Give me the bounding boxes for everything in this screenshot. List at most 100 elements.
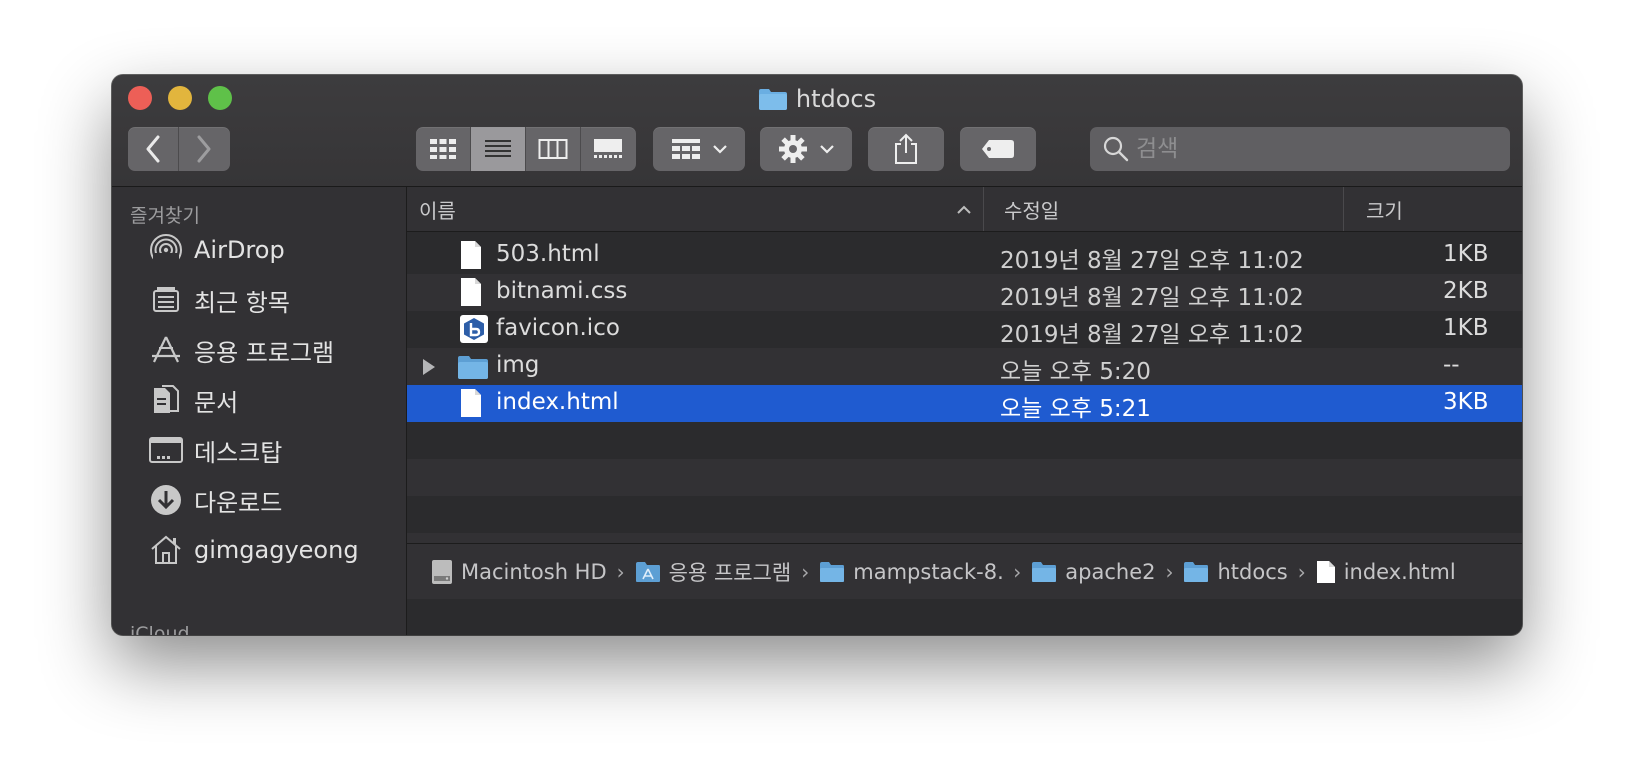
finder-window: htdocs 검색 즐겨찾기 AirDrop 최근 항목 응용 프로그램 문서 … (112, 75, 1522, 635)
search-input[interactable] (1130, 128, 1510, 170)
sidebar-item-label: 데스크탑 (194, 438, 283, 467)
folder-icon (1184, 561, 1209, 582)
chevron-right-icon: › (1297, 559, 1306, 584)
path-crumb-label: Macintosh HD (461, 559, 607, 584)
path-crumb[interactable]: Macintosh HD (431, 559, 607, 585)
sidebar-heading-icloud: iCloud (130, 623, 190, 635)
file-icon (1316, 560, 1335, 583)
toolbar: htdocs (112, 75, 1522, 187)
chevron-right-icon: › (616, 559, 625, 584)
sidebar-item-label: 응용 프로그램 (194, 338, 335, 367)
file-name: favicon.ico (496, 315, 620, 341)
path-crumb-label: htdocs (1217, 559, 1288, 584)
table-row[interactable]: img 오늘 오후 5:20 -- (407, 348, 1522, 385)
disclosure-triangle-icon[interactable] (421, 356, 437, 382)
tags-control[interactable] (960, 127, 1036, 171)
view-mode-selector (416, 127, 636, 171)
list-view-button[interactable] (471, 127, 526, 171)
icon-view-button[interactable] (416, 127, 471, 171)
gallery-view-button[interactable] (581, 127, 635, 171)
column-view-icon (538, 139, 568, 159)
sidebar-item-downloads[interactable]: 다운로드 (148, 477, 282, 523)
file-size: -- (1443, 352, 1460, 378)
path-crumb[interactable]: mampstack-8.0 (819, 560, 1003, 584)
sidebar-item-documents[interactable]: 문서 (148, 377, 238, 423)
file-icon (459, 277, 483, 313)
icon-view-icon (430, 139, 456, 159)
back-icon (146, 135, 160, 163)
sidebar-item-recents[interactable]: 최근 항목 (148, 277, 290, 323)
empty-row (407, 496, 1522, 533)
path-crumb[interactable]: 응용 프로그램 (635, 557, 792, 587)
action-control[interactable] (760, 127, 852, 171)
search-field[interactable] (1090, 127, 1510, 171)
path-crumb-label: 응용 프로그램 (668, 560, 792, 585)
chevron-right-icon: › (1165, 559, 1174, 584)
table-row-selected[interactable]: index.html 오늘 오후 5:21 3KB (407, 385, 1522, 422)
action-button[interactable] (760, 127, 852, 171)
file-size: 3KB (1443, 389, 1489, 415)
file-icon (459, 388, 483, 424)
file-date: 2019년 8월 27일 오후 11:02 (1000, 322, 1304, 348)
gallery-view-icon (594, 139, 622, 158)
window-title: htdocs (112, 83, 1522, 115)
file-size: 1KB (1443, 241, 1489, 267)
path-crumb-label: index.html (1343, 559, 1456, 584)
favicon-file-icon (459, 314, 489, 350)
downloads-icon (148, 482, 184, 518)
file-icon (459, 240, 483, 276)
path-crumb-label: apache2 (1065, 559, 1156, 584)
column-name[interactable]: 이름 (419, 187, 971, 231)
tags-button[interactable] (960, 127, 1036, 171)
search-icon (1103, 136, 1129, 162)
table-row[interactable]: 503.html 2019년 8월 27일 오후 11:02 1KB (407, 237, 1522, 274)
tag-icon (982, 140, 1014, 158)
sort-ascending-icon (957, 205, 971, 214)
documents-icon (148, 382, 184, 418)
desktop-icon (148, 432, 184, 468)
column-view-button[interactable] (526, 127, 581, 171)
table-row[interactable]: bitnami.css 2019년 8월 27일 오후 11:02 2KB (407, 274, 1522, 311)
path-crumb[interactable]: apache2 (1031, 560, 1155, 584)
sidebar-item-airdrop[interactable]: AirDrop (148, 227, 285, 273)
home-icon (148, 532, 184, 568)
share-control[interactable] (868, 127, 944, 171)
file-date: 2019년 8월 27일 오후 11:02 (1000, 248, 1304, 274)
chevron-right-icon: › (801, 559, 810, 584)
folder-icon (1032, 561, 1057, 582)
sidebar-item-desktop[interactable]: 데스크탑 (148, 427, 282, 473)
group-by-control[interactable] (653, 127, 745, 171)
empty-row (407, 422, 1522, 459)
chevron-down-icon (713, 145, 727, 154)
group-by-button[interactable] (653, 127, 745, 171)
file-date: 오늘 오후 5:20 (1000, 359, 1151, 385)
path-crumb[interactable]: index.html (1316, 560, 1456, 584)
column-size[interactable]: 크기 (1343, 187, 1522, 231)
file-size: 1KB (1443, 315, 1489, 341)
folder-icon (820, 561, 845, 582)
table-row[interactable]: favicon.ico 2019년 8월 27일 오후 11:02 1KB (407, 311, 1522, 348)
list-view-icon (485, 140, 511, 157)
path-crumb[interactable]: htdocs (1183, 559, 1288, 584)
sidebar-item-label: gimgagyeong (194, 536, 359, 564)
recents-icon (148, 282, 184, 318)
share-icon (895, 133, 917, 164)
sidebar-item-label: 최근 항목 (194, 288, 290, 317)
file-name: img (496, 352, 540, 378)
hard-drive-icon (432, 559, 452, 584)
back-button[interactable] (128, 127, 179, 171)
applications-icon (148, 332, 184, 368)
forward-button[interactable] (179, 127, 229, 171)
column-size-label: 크기 (1366, 198, 1403, 223)
file-name: bitnami.css (496, 278, 628, 304)
chevron-right-icon: › (1013, 559, 1022, 584)
airdrop-icon (148, 232, 184, 268)
sidebar-item-applications[interactable]: 응용 프로그램 (148, 327, 334, 373)
sidebar-item-home[interactable]: gimgagyeong (148, 527, 359, 573)
share-button[interactable] (868, 127, 944, 171)
column-modified[interactable]: 수정일 (983, 187, 1344, 231)
chevron-down-icon (820, 145, 834, 154)
forward-icon (197, 135, 211, 163)
window-title-text: htdocs (795, 85, 877, 113)
file-date: 오늘 오후 5:21 (1000, 396, 1151, 422)
